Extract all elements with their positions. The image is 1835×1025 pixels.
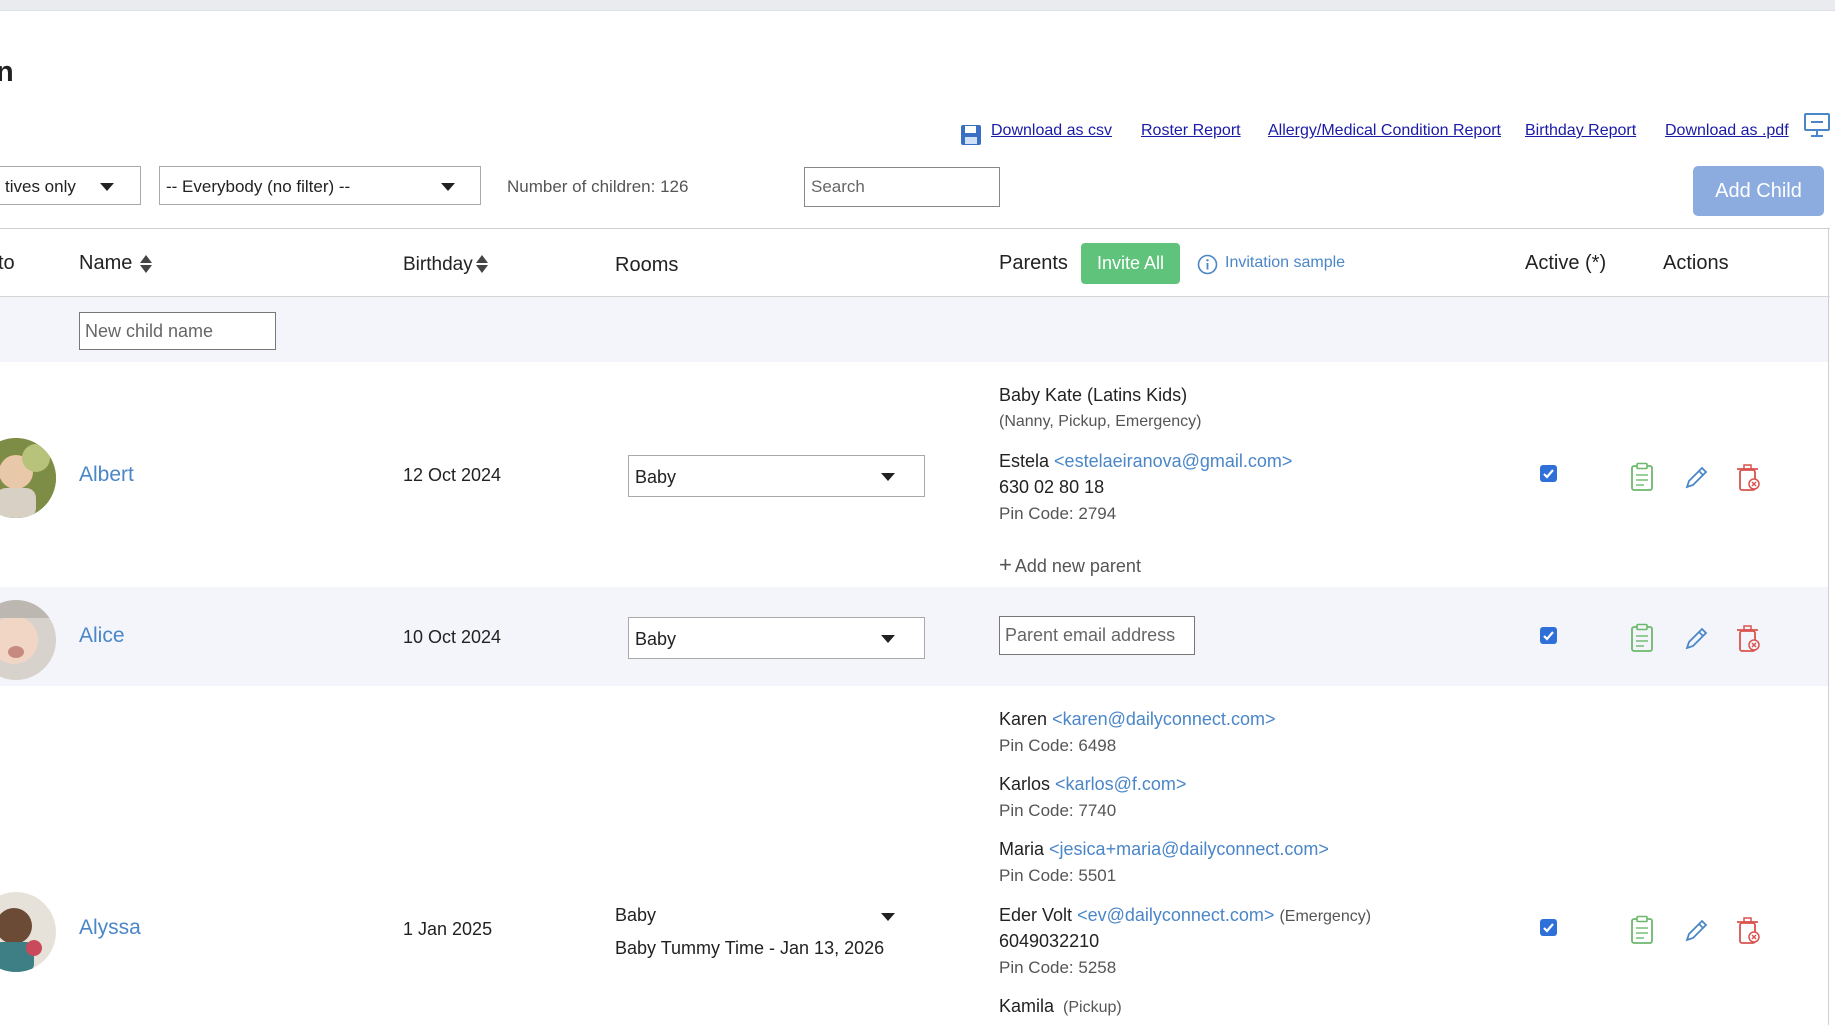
- parent-entry: Maria <jesica+maria@dailyconnect.com>: [999, 839, 1329, 860]
- allergy-report-link[interactable]: Allergy/Medical Condition Report: [1268, 122, 1501, 140]
- parent-email-link[interactable]: <ev@dailyconnect.com>: [1077, 905, 1274, 925]
- edit-pencil-icon[interactable]: [1682, 462, 1708, 492]
- parent-name: Baby Kate (Latins Kids): [999, 385, 1188, 405]
- delete-trash-icon[interactable]: [1735, 623, 1761, 653]
- parent-email-input[interactable]: [999, 616, 1195, 655]
- delete-trash-icon[interactable]: [1735, 462, 1761, 492]
- birthday-value: 12 Oct 2024: [403, 465, 502, 485]
- parent-entry: Kamila (Pickup): [999, 996, 1122, 1017]
- invitation-sample-link[interactable]: Invitation sample: [1225, 254, 1345, 272]
- pin-code: Pin Code: 7740: [999, 801, 1117, 820]
- room-select[interactable]: Baby: [628, 617, 925, 659]
- child-name-link[interactable]: Alice: [79, 624, 125, 648]
- status-filter-select[interactable]: tives only: [0, 166, 141, 205]
- parent-phone: 630 02 80 18: [999, 477, 1105, 497]
- parent-email-link[interactable]: <karen@dailyconnect.com>: [1052, 709, 1275, 729]
- parents-column-header: Parents: [999, 252, 1068, 274]
- parent-entry: Estela <estelaeiranova@gmail.com>: [999, 451, 1292, 472]
- check-icon: [1543, 923, 1554, 933]
- room-select[interactable]: Baby: [628, 455, 925, 497]
- parent-roles: (Nanny, Pickup, Emergency): [999, 413, 1202, 430]
- parent-email-link[interactable]: <karlos@f.com>: [1055, 774, 1186, 794]
- parent-email-link[interactable]: <estelaeiranova@gmail.com>: [1054, 451, 1292, 471]
- active-checkbox[interactable]: [1540, 919, 1557, 936]
- avatar[interactable]: [0, 438, 56, 518]
- table-right-border: [1828, 228, 1829, 1025]
- parent-role-note: (Emergency): [1279, 908, 1372, 925]
- chevron-down-icon: [881, 473, 895, 481]
- table-top-border: [0, 228, 1830, 229]
- browser-top-bar: [0, 0, 1835, 11]
- parent-entry: Eder Volt <ev@dailyconnect.com> (Emergen…: [999, 905, 1371, 926]
- save-icon[interactable]: [960, 124, 982, 146]
- active-checkbox[interactable]: [1540, 627, 1557, 644]
- download-pdf-link[interactable]: Download as .pdf: [1665, 122, 1789, 140]
- search-input[interactable]: [804, 167, 1000, 207]
- chevron-down-icon[interactable]: [881, 913, 895, 921]
- add-child-button[interactable]: Add Child: [1693, 166, 1824, 216]
- clipboard-icon[interactable]: [1629, 623, 1655, 653]
- parent-entry: Karen <karen@dailyconnect.com>: [999, 709, 1275, 730]
- parent-entry: Karlos <karlos@f.com>: [999, 774, 1186, 795]
- download-csv-link[interactable]: Download as csv: [991, 122, 1112, 140]
- edit-pencil-icon[interactable]: [1682, 623, 1708, 653]
- sort-icon[interactable]: [475, 254, 489, 274]
- delete-trash-icon[interactable]: [1735, 915, 1761, 945]
- parent-phone: 6049032210: [999, 931, 1100, 951]
- active-column-header: Active (*): [1525, 252, 1607, 274]
- parent-name: Karlos: [999, 774, 1051, 794]
- status-filter-value: tives only: [5, 177, 76, 196]
- plus-icon: +: [999, 552, 1012, 577]
- group-filter-select[interactable]: -- Everybody (no filter) --: [159, 166, 481, 205]
- info-icon[interactable]: [1197, 254, 1218, 275]
- add-new-parent-label: Add new parent: [1014, 556, 1141, 576]
- page-title: n: [0, 56, 14, 88]
- birthday-value: 1 Jan 2025: [403, 919, 493, 939]
- birthday-column-header[interactable]: Birthday: [403, 254, 473, 276]
- rooms-column-header: Rooms: [615, 254, 679, 276]
- active-checkbox[interactable]: [1540, 465, 1557, 482]
- parent-name: Kamila: [999, 996, 1055, 1016]
- sort-icon[interactable]: [139, 254, 153, 274]
- avatar[interactable]: [0, 892, 56, 972]
- chevron-down-icon: [441, 183, 455, 191]
- name-column-header[interactable]: Name: [79, 252, 132, 275]
- pin-code: Pin Code: 2794: [999, 504, 1117, 523]
- add-new-parent-link[interactable]: + Add new parent: [999, 552, 1141, 578]
- parent-name: Estela: [999, 451, 1050, 471]
- photo-column-header: to: [0, 252, 15, 274]
- chevron-down-icon: [100, 183, 114, 191]
- new-child-name-input[interactable]: [79, 312, 276, 350]
- group-filter-value: -- Everybody (no filter) --: [166, 177, 351, 196]
- child-name-link[interactable]: Alyssa: [79, 916, 141, 940]
- room-extra: Baby Tummy Time - Jan 13, 2026: [615, 938, 885, 958]
- presentation-icon[interactable]: [1803, 112, 1831, 138]
- pin-code: Pin Code: 6498: [999, 736, 1117, 755]
- child-photo: [0, 892, 56, 972]
- pin-code: Pin Code: 5501: [999, 866, 1117, 885]
- actions-column-header: Actions: [1663, 252, 1729, 274]
- child-photo: [0, 438, 56, 518]
- roster-report-link[interactable]: Roster Report: [1141, 122, 1241, 140]
- parent-email-link[interactable]: <jesica+maria@dailyconnect.com>: [1049, 839, 1329, 859]
- room-value[interactable]: Baby: [615, 905, 656, 926]
- clipboard-icon[interactable]: [1629, 915, 1655, 945]
- check-icon: [1543, 631, 1554, 641]
- parent-role-note: (Pickup): [1063, 999, 1122, 1016]
- room-select-value: Baby: [635, 629, 677, 649]
- pin-code: Pin Code: 5258: [999, 958, 1117, 977]
- children-count: Number of children: 126: [507, 177, 689, 196]
- parent-name: Maria: [999, 839, 1045, 859]
- child-name-link[interactable]: Albert: [79, 463, 134, 487]
- chevron-down-icon: [881, 635, 895, 643]
- check-icon: [1543, 469, 1554, 479]
- parent-name: Eder Volt: [999, 905, 1073, 925]
- parent-name: Karen: [999, 709, 1048, 729]
- birthday-value: 10 Oct 2024: [403, 627, 502, 647]
- room-select-value: Baby: [635, 467, 677, 487]
- invite-all-button[interactable]: Invite All: [1081, 243, 1180, 284]
- birthday-report-link[interactable]: Birthday Report: [1525, 122, 1636, 140]
- edit-pencil-icon[interactable]: [1682, 915, 1708, 945]
- clipboard-icon[interactable]: [1629, 462, 1655, 492]
